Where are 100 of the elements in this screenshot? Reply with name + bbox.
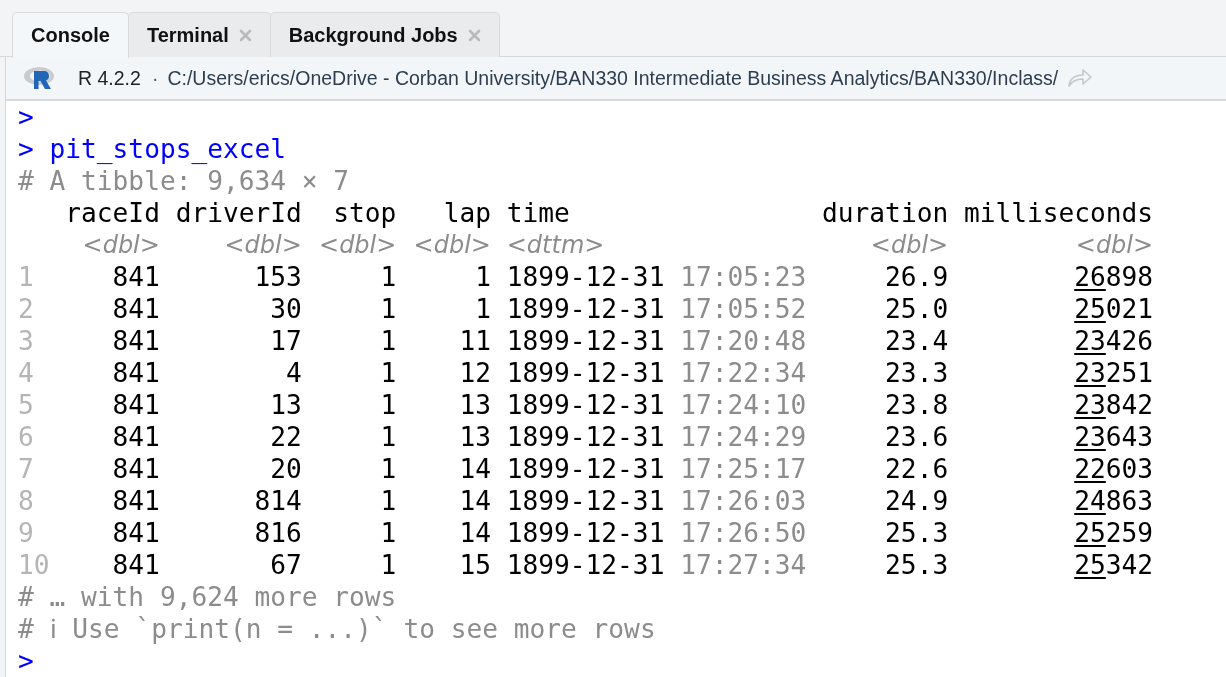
table-cell-text: 25259 xyxy=(1073,517,1154,549)
prompt: > xyxy=(18,645,34,677)
table-cell-text: 22603 xyxy=(1073,453,1154,485)
console-comment: # A tibble: 9,634 × 7 xyxy=(18,165,350,197)
row-number: 9 xyxy=(18,517,35,549)
table-cell-text: 841 xyxy=(111,389,160,421)
column-header: raceId xyxy=(65,197,160,229)
table-cell-text: 22.6 xyxy=(884,453,949,485)
table-cell-text: 25342 xyxy=(1073,549,1154,581)
console-comment: # ℹ Use `print(n = ...)` to see more rows xyxy=(18,613,656,645)
column-header: driverId xyxy=(175,197,302,229)
table-cell: 1899-12-31 17:24:29 xyxy=(506,421,807,453)
console-comment: # … with 9,624 more rows xyxy=(18,581,397,613)
table-cell-text: 841 xyxy=(111,357,160,389)
table-cell: 1899-12-31 17:05:52 xyxy=(506,293,807,325)
tab[interactable]: Background Jobs xyxy=(269,12,500,57)
table-cell-text: 841 xyxy=(111,517,160,549)
table-cell-text: 1 xyxy=(474,261,491,293)
column-type: <dbl> xyxy=(1074,230,1154,261)
table-cell-text: 12 xyxy=(458,357,491,389)
table-cell-text: 1 xyxy=(379,293,397,325)
table-cell-text: 814 xyxy=(253,485,302,517)
prompt: > xyxy=(18,101,34,133)
table-cell-text: 841 xyxy=(111,453,160,485)
table-cell-text: 1 xyxy=(379,325,397,357)
table-cell-text: 13 xyxy=(458,389,491,421)
table-cell: 1899-12-31 17:25:17 xyxy=(506,453,807,485)
table-cell-text: 23.8 xyxy=(884,389,949,421)
logo-icon xyxy=(23,64,57,92)
table-cell-text: 17 xyxy=(269,325,302,357)
column-header: milliseconds xyxy=(963,197,1154,229)
table-cell: 1899-12-31 17:26:50 xyxy=(506,517,807,549)
command-line: > pit_stops_excel xyxy=(18,133,287,165)
separator-dot: · xyxy=(151,66,159,90)
table-cell-text: 1 xyxy=(379,421,397,453)
tab[interactable]: Terminal xyxy=(127,12,271,57)
column-type: <dbl> xyxy=(318,230,397,261)
table-cell-text: 25.3 xyxy=(884,549,949,581)
table-cell-text: 24863 xyxy=(1073,485,1154,517)
close-icon[interactable] xyxy=(238,28,252,42)
table-cell-text: 22 xyxy=(269,421,302,453)
table-cell-text: 23.4 xyxy=(884,325,949,357)
row-number: 6 xyxy=(18,421,35,453)
table-cell-text: 14 xyxy=(458,517,491,549)
table-cell: 1899-12-31 17:05:23 xyxy=(506,261,807,293)
column-header: lap xyxy=(442,197,491,229)
table-cell-text: 23643 xyxy=(1073,421,1154,453)
table-cell-text: 1 xyxy=(379,357,397,389)
row-number: 2 xyxy=(18,293,35,325)
table-cell-text: 841 xyxy=(111,421,160,453)
table-cell-text: 23842 xyxy=(1073,389,1154,421)
row-number: 4 xyxy=(18,357,35,389)
close-icon[interactable] xyxy=(467,28,481,42)
table-cell-text: 1 xyxy=(379,261,397,293)
row-number: 3 xyxy=(18,325,35,357)
table-cell-text: 23.3 xyxy=(884,357,949,389)
table-cell-text: 23426 xyxy=(1073,325,1154,357)
table-cell-text: 13 xyxy=(458,421,491,453)
column-type: <dbl> xyxy=(412,230,491,261)
column-type: <dbl> xyxy=(869,230,949,261)
table-cell-text: 25.0 xyxy=(884,293,949,325)
table-cell-text: 67 xyxy=(269,549,302,581)
table-cell: 1899-12-31 17:24:10 xyxy=(506,389,807,421)
column-header: time xyxy=(506,197,571,229)
row-number: 10 xyxy=(18,549,50,581)
table-cell-text: 841 xyxy=(111,261,160,293)
table-cell-text: 30 xyxy=(269,293,302,325)
table-cell-text: 153 xyxy=(253,261,302,293)
column-type: <dbl> xyxy=(81,230,160,261)
table-cell-text: 1 xyxy=(379,453,397,485)
table-cell-text: 4 xyxy=(285,357,302,389)
table-cell-text: 26.9 xyxy=(884,261,949,293)
table-cell-text: 1 xyxy=(379,485,397,517)
column-type: <dbl> xyxy=(223,230,302,261)
forward-arrow-icon[interactable] xyxy=(1067,68,1094,88)
table-cell-text: 1 xyxy=(379,549,397,581)
table-cell: 1899-12-31 17:22:34 xyxy=(506,357,807,389)
table-cell-text: 1 xyxy=(474,293,491,325)
table-cell-text: 20 xyxy=(269,453,302,485)
table-cell-text: 14 xyxy=(458,485,491,517)
table-cell-text: 15 xyxy=(458,549,491,581)
table-cell-text: 25021 xyxy=(1073,293,1154,325)
tab[interactable]: Console xyxy=(12,12,129,58)
working-directory-path[interactable]: C:/Users/erics/OneDrive - Corban University/BAN330 Intermediate Business Analytics/BAN330/Inclass/ xyxy=(167,66,1059,90)
table-cell: 1899-12-31 17:26:03 xyxy=(506,485,807,517)
table-cell-text: 841 xyxy=(111,549,160,581)
table-cell-text: 841 xyxy=(111,293,160,325)
table-cell-text: 26898 xyxy=(1073,261,1154,293)
column-header: duration xyxy=(822,197,949,229)
table-cell-text: 23.6 xyxy=(884,421,949,453)
table-cell-text: 1 xyxy=(379,389,397,421)
table-cell: 1899-12-31 17:27:34 xyxy=(506,549,807,581)
column-type: <dttm> xyxy=(506,230,606,261)
row-number: 5 xyxy=(18,389,35,421)
table-cell-text: 23251 xyxy=(1073,357,1154,389)
row-number: 1 xyxy=(18,261,35,293)
table-cell-text: 841 xyxy=(111,325,160,357)
table-cell-text: 24.9 xyxy=(884,485,949,517)
table-cell-text: 816 xyxy=(253,517,302,549)
table-cell: 1899-12-31 17:20:48 xyxy=(506,325,807,357)
